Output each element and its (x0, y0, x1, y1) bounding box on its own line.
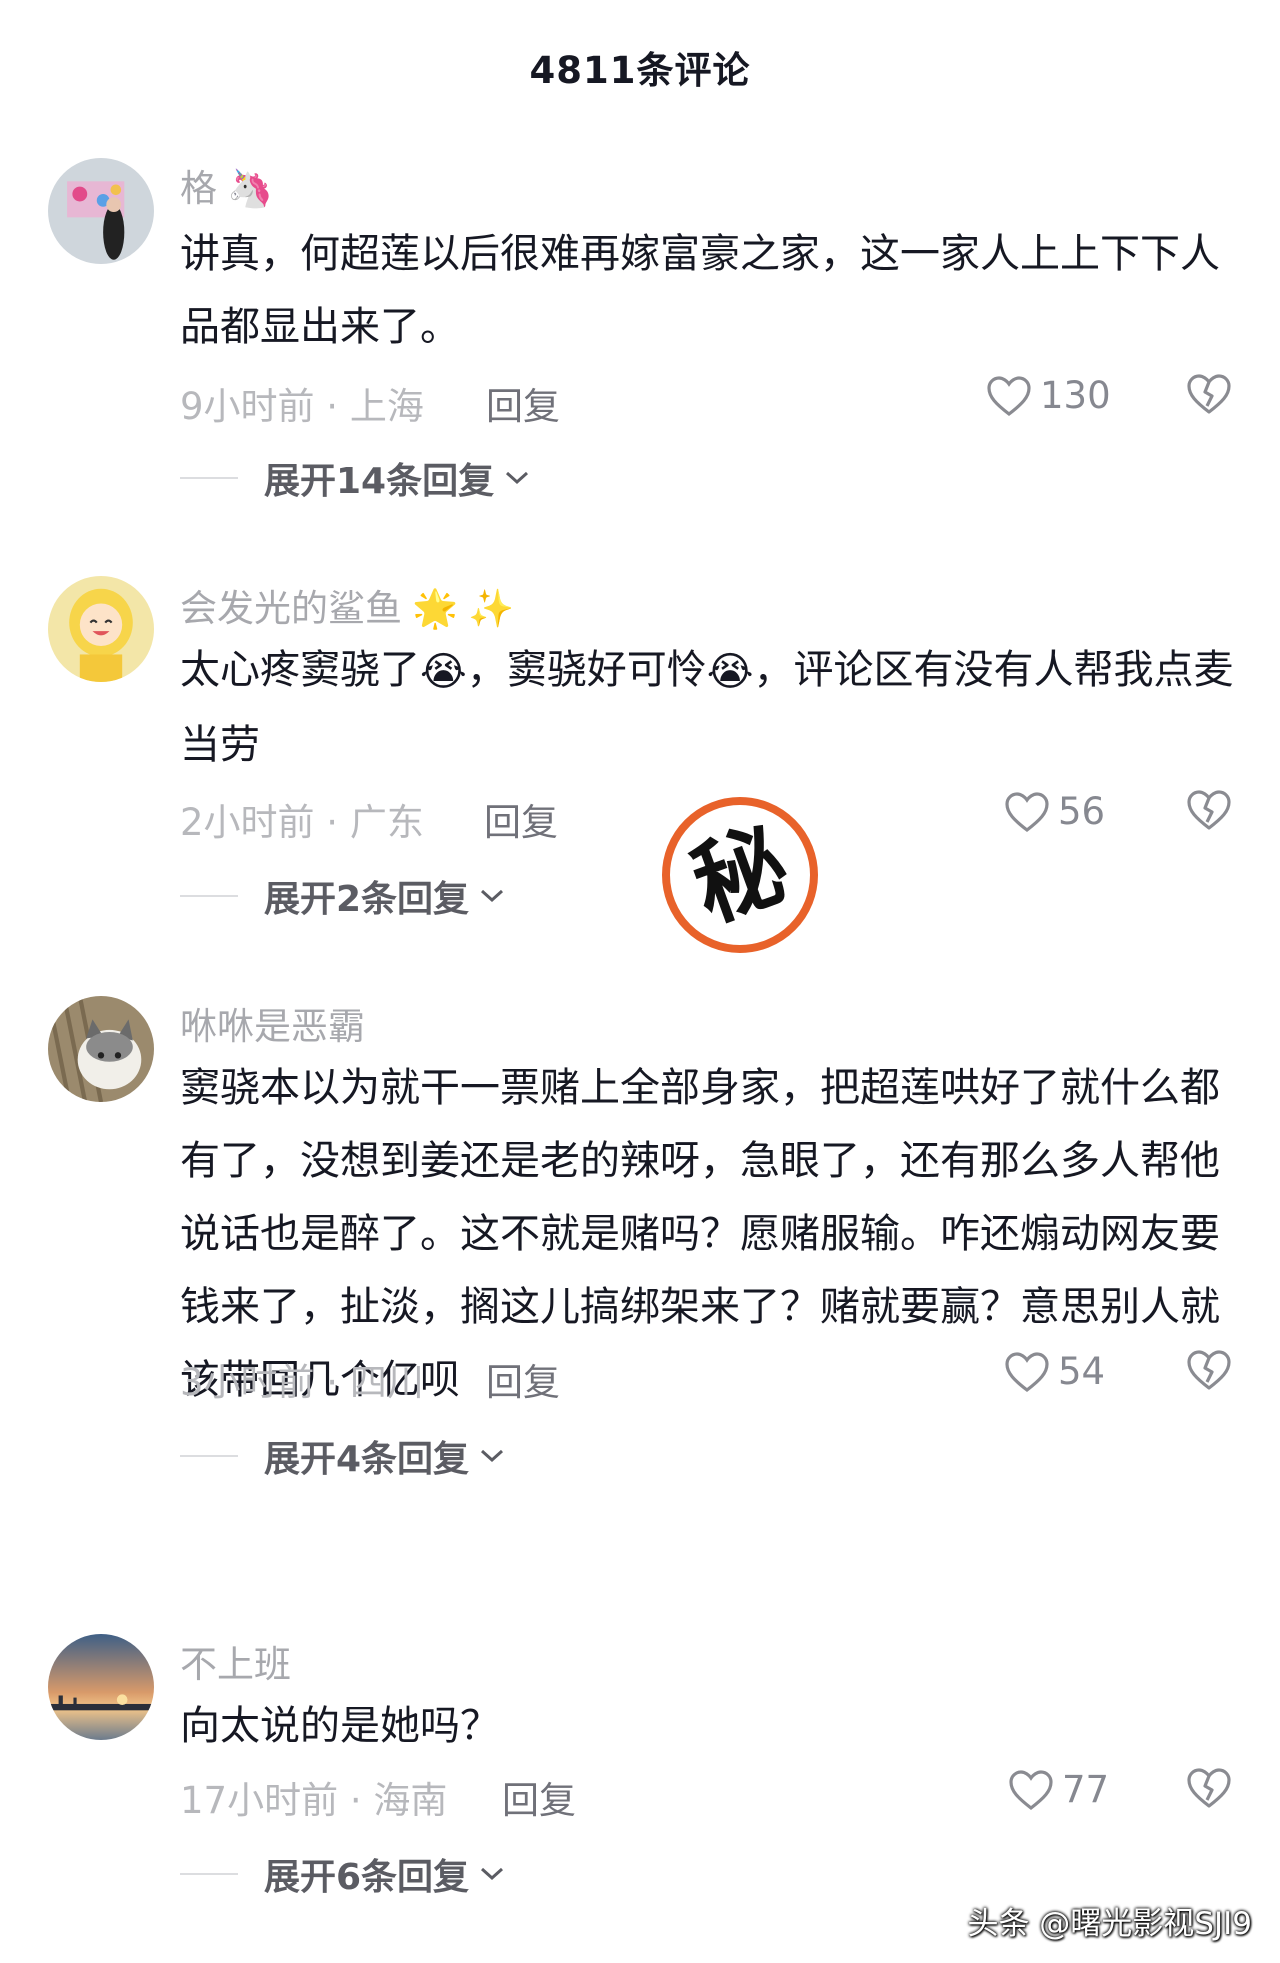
avatar[interactable] (48, 996, 154, 1102)
heart-icon (1005, 791, 1049, 832)
username[interactable]: 咻咻是恶霸 (180, 996, 365, 1050)
divider (180, 895, 238, 897)
broken-heart-icon[interactable] (1186, 1348, 1232, 1392)
comment-text: 太心疼窦骁了😭，窦骁好可怜😭，评论区有没有人帮我点麦当劳 (180, 634, 1240, 782)
avatar[interactable] (48, 1634, 154, 1740)
comment-count-title: 4811条评论 (529, 49, 751, 92)
unicorn-icon: 🦄 (227, 167, 274, 210)
like-button[interactable]: 130 (986, 374, 1111, 417)
chevron-down-icon (506, 471, 529, 485)
comment-text: 向太说的是她吗？ (180, 1703, 500, 1749)
like-count: 54 (1058, 1350, 1106, 1393)
comments-header: 4811条评论 (0, 0, 1280, 130)
like-count: 56 (1058, 790, 1106, 833)
like-count: 130 (1040, 374, 1111, 417)
expand-replies-button[interactable]: 展开6条回复 (180, 1848, 505, 1900)
divider (180, 477, 238, 479)
username[interactable]: 不上班 (180, 1634, 291, 1688)
comment-text: 讲真，何超莲以后很难再嫁富豪之家，这一家人上上下下人品都显出来了。 (180, 231, 1220, 350)
heart-icon (987, 375, 1031, 416)
expand-replies-button[interactable]: 展开2条回复 (180, 870, 505, 922)
secret-stamp: 秘 (660, 795, 820, 955)
glowing-star-icon: 🌟 (412, 587, 459, 630)
divider (180, 1455, 238, 1457)
reply-button[interactable]: 回复 (486, 1352, 560, 1406)
reply-button[interactable]: 回复 (484, 792, 558, 846)
like-count: 77 (1062, 1768, 1110, 1811)
like-button[interactable]: 56 (1004, 790, 1105, 833)
username[interactable]: 会发光的鲨鱼 🌟 ✨ (180, 578, 514, 632)
avatar[interactable] (48, 158, 154, 264)
comment-meta: 3小时前 · 四川 (180, 1361, 424, 1404)
chevron-down-icon (481, 889, 504, 903)
comment-meta: 9小时前 · 上海 (180, 385, 424, 428)
avatar[interactable] (48, 576, 154, 682)
reply-button[interactable]: 回复 (502, 1770, 576, 1824)
broken-heart-icon[interactable] (1186, 788, 1232, 832)
chevron-down-icon (481, 1449, 504, 1463)
broken-heart-icon[interactable] (1186, 372, 1232, 416)
heart-icon (1005, 1351, 1049, 1392)
chevron-down-icon (481, 1867, 504, 1881)
sparkles-icon: ✨ (468, 587, 515, 630)
divider (180, 1873, 238, 1875)
expand-replies-button[interactable]: 展开4条回复 (180, 1430, 505, 1482)
like-button[interactable]: 77 (1008, 1768, 1109, 1811)
crying-face-icon: 😭 (420, 648, 467, 695)
broken-heart-icon[interactable] (1186, 1766, 1232, 1810)
heart-icon (1009, 1769, 1053, 1810)
comment-meta: 2小时前 · 广东 (180, 801, 424, 844)
expand-replies-button[interactable]: 展开14条回复 (180, 452, 530, 504)
username[interactable]: 格 🦄 (180, 158, 273, 212)
comment-meta: 17小时前 · 海南 (180, 1779, 448, 1822)
like-button[interactable]: 54 (1004, 1350, 1105, 1393)
reply-button[interactable]: 回复 (486, 376, 560, 430)
crying-face-icon: 😭 (706, 648, 754, 695)
watermark: 头条 @曙光影视SJI9 (967, 1906, 1252, 1942)
